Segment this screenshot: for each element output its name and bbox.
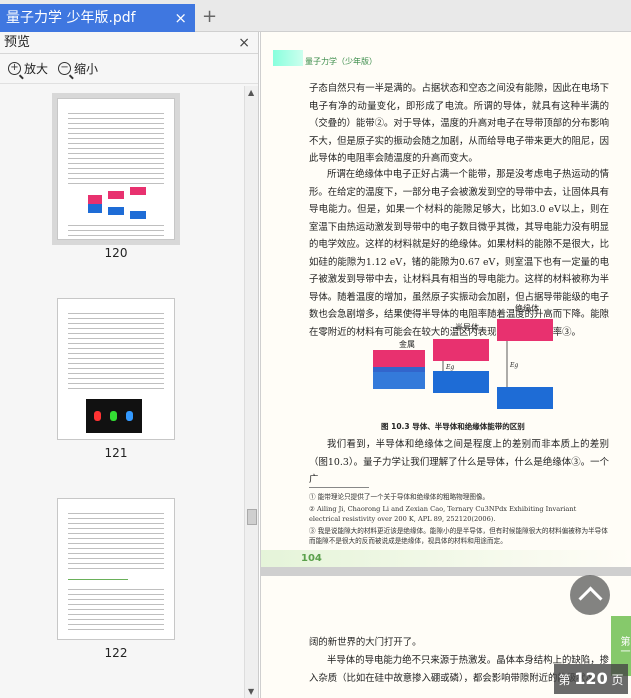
close-icon[interactable]: ×: [238, 32, 250, 54]
thumbnail-scrollbar[interactable]: ▲ ▼: [244, 86, 258, 698]
figure-caption: 图 10.3 导体、半导体和绝缘体能带的区别: [381, 422, 525, 431]
printed-page-number: 104: [301, 553, 322, 564]
label-eg: Eg: [445, 364, 454, 371]
thumbnail-122[interactable]: 122: [54, 498, 178, 660]
tab-document[interactable]: 量子力学 少年版.pdf ×: [0, 4, 195, 32]
footnote: ② Ailing Ji, Chaorong Li and Zexian Cao,…: [309, 505, 577, 523]
scrollbar-thumb[interactable]: [247, 509, 257, 525]
zoom-toolbar: + 放大 − 缩小: [0, 54, 258, 84]
new-tab-icon[interactable]: +: [202, 4, 217, 30]
paragraph: 子态自然只有一半是满的。占据状态和空态之间没有能隙，因此在电场下电子有净的动量变…: [309, 83, 610, 164]
band-diagram: 金属 半导体 Eg 绝缘体 Eg: [373, 303, 553, 409]
preview-panel: 预览 × + 放大 − 缩小 120 121 122 ▲ ▼: [0, 32, 259, 698]
close-icon[interactable]: ×: [174, 4, 187, 32]
paragraph: 我们看到，半导体和绝缘体之间是程度上的差别而非本质上的差别（图10.3）。量子力…: [309, 439, 609, 485]
page-number: 120: [104, 246, 128, 260]
page-number: 121: [104, 446, 128, 460]
page-thumbnail: [52, 93, 180, 245]
label-eg: Eg: [509, 362, 518, 369]
page-indicator: 第 120 页: [554, 664, 628, 694]
thumbnail-list: 120 121 122: [0, 86, 244, 698]
page-thumbnail: [57, 298, 175, 440]
running-header: 量子力学（少年版）: [305, 57, 377, 66]
page-104: 量子力学（少年版） 子态自然只有一半是满的。占据状态和空态之间没有能隙，因此在电…: [261, 32, 631, 567]
label-semiconductor: 半导体: [455, 322, 479, 332]
footnote-divider: [309, 487, 369, 488]
footnote: ③ 我是说能隙大的材料更近该是绝缘体。能隙小的是半导体，但有时候能隙很大的材料偏…: [309, 527, 608, 545]
label-insulator: 绝缘体: [515, 303, 539, 313]
scroll-down-icon[interactable]: ▼: [248, 687, 254, 696]
zoom-out-icon: −: [58, 62, 72, 75]
page-thumbnail: [57, 498, 175, 640]
tab-title: 量子力学 少年版.pdf: [6, 10, 136, 26]
header-decoration: [273, 50, 303, 66]
scroll-to-top-button[interactable]: [570, 575, 610, 615]
label-metal: 金属: [399, 339, 415, 349]
page-number: 122: [104, 646, 128, 660]
zoom-in-icon: +: [8, 62, 21, 75]
panel-title: 预览: [4, 35, 31, 50]
pdf-viewer: 量子力学 少年版.pdf × + 预览 × + 放大 − 缩小 120 121 …: [0, 0, 631, 698]
scroll-up-icon[interactable]: ▲: [248, 88, 254, 97]
zoom-in-button[interactable]: + 放大: [8, 60, 48, 77]
zoom-out-button[interactable]: − 缩小: [58, 60, 98, 77]
paragraph: 阔的新世界的大门打开了。: [309, 637, 422, 648]
footnote: ① 能带理论只提供了一个关于导体和绝缘体的粗略物理图像。: [309, 493, 490, 501]
thumbnail-121[interactable]: 121: [54, 298, 178, 460]
panel-header: 预览 ×: [0, 32, 258, 54]
tab-bar: 量子力学 少年版.pdf × +: [0, 0, 631, 32]
thumbnail-120[interactable]: 120: [52, 93, 180, 260]
